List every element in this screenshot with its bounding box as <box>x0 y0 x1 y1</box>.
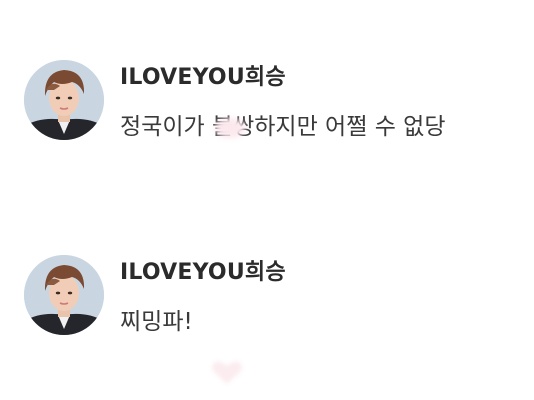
profile-photo-icon <box>24 255 104 335</box>
comment-actions <box>120 358 380 388</box>
comment-text: 찌밍파! <box>120 309 193 335</box>
comment-list: ILOVEYOU희승 정국이가 불쌍하지만 어쩔 수 없당 ILOVEYOU희승… <box>0 0 534 400</box>
comment-username[interactable]: ILOVEYOU희승 <box>120 59 286 91</box>
blurred-heart-icon <box>215 118 245 138</box>
profile-photo-icon <box>24 60 104 140</box>
comment-username[interactable]: ILOVEYOU희승 <box>120 254 286 286</box>
avatar[interactable] <box>24 255 104 335</box>
comment-text: 정국이가 불쌍하지만 어쩔 수 없당 <box>120 114 446 140</box>
avatar[interactable] <box>24 60 104 140</box>
heart-icon[interactable] <box>210 360 244 386</box>
